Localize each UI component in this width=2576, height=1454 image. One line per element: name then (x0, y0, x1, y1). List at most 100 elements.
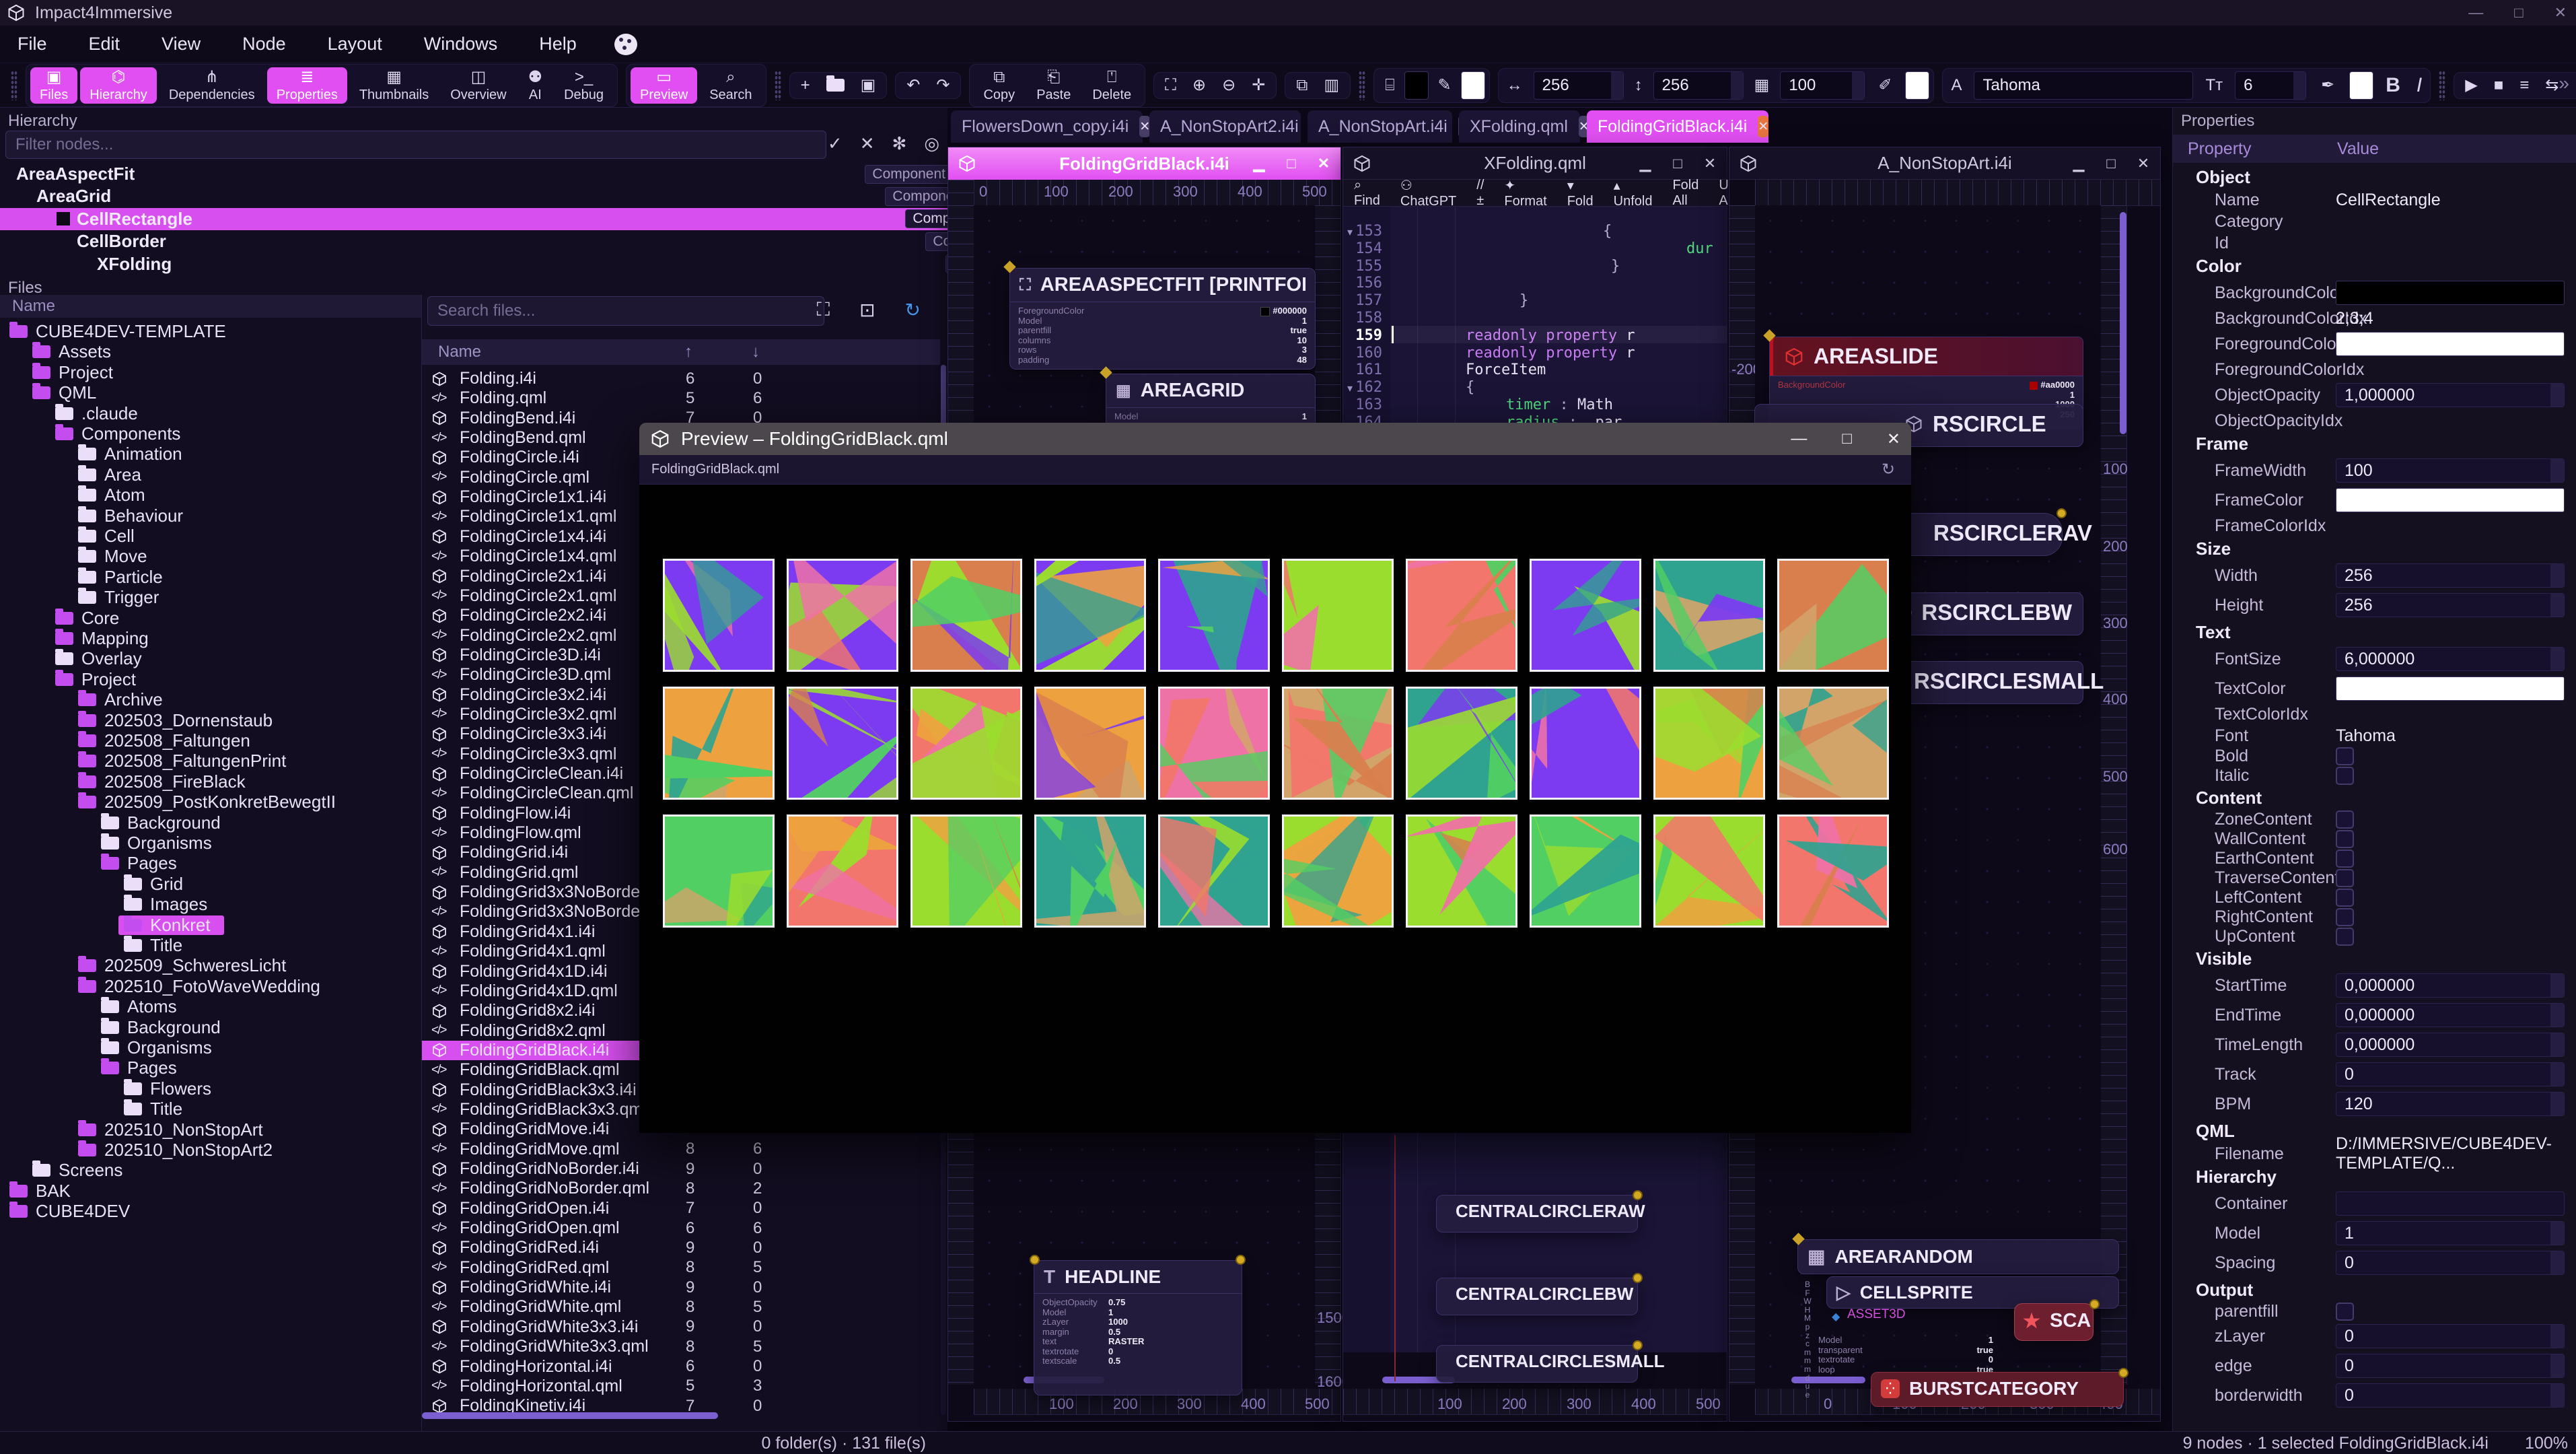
code-tool-chatgpt[interactable]: ⚇ ChatGPT (1400, 177, 1456, 209)
file-tree-item[interactable]: Background (0, 1018, 221, 1037)
file-row[interactable]: FoldingGridWhite3x3.i4i90 (422, 1317, 940, 1337)
Width-input[interactable]: 256 (2336, 563, 2565, 588)
code-tool-[interactable]: // ± (1476, 178, 1484, 209)
fit-view-button[interactable]: ⛶ (1158, 75, 1183, 96)
bold-button[interactable]: B (2382, 74, 2404, 97)
foreground-color-swatch[interactable] (1461, 71, 1485, 100)
file-tree-item[interactable]: Core (0, 609, 119, 628)
file-row[interactable]: </>FoldingGridNoBorder.qml82 (422, 1179, 940, 1198)
file-tree-item[interactable]: CUBE4DEV-TEMPLATE (0, 322, 226, 341)
code-tool-fold[interactable]: ▾ Fold (1567, 177, 1594, 209)
center-view-button[interactable]: ✛ (1245, 75, 1272, 96)
node-headline[interactable]: THEADLINE ObjectOpacity0.75Model1zLayer1… (1034, 1260, 1242, 1395)
code-tool-format[interactable]: ✦ Format (1504, 177, 1546, 209)
toolbar-ai-button[interactable]: ⚉AI (519, 67, 552, 104)
file-row[interactable]: FoldingGridNoBorder.i4i90 (422, 1159, 940, 1179)
palette-icon[interactable] (614, 34, 637, 55)
Italic-checkbox[interactable] (2336, 767, 2354, 785)
file-row[interactable]: FoldingGridRed.i4i90 (422, 1238, 940, 1257)
file-tree-item[interactable]: Particle (0, 567, 163, 587)
file-tree-item[interactable]: Screens (0, 1161, 122, 1180)
file-tree-item[interactable]: Atoms (0, 997, 177, 1016)
edge-input[interactable]: 0 (2336, 1354, 2565, 1378)
menu-node[interactable]: Node (238, 31, 290, 57)
play-button[interactable]: ▶ (2458, 75, 2484, 96)
file-row[interactable]: FoldingGridOpen.i4i70 (422, 1199, 940, 1218)
file-tree-item[interactable]: Konkret (118, 915, 224, 935)
preview-tab-label[interactable]: FoldingGridBlack.qml (651, 462, 779, 477)
pen-color-swatch[interactable] (1905, 71, 1929, 100)
WallContent-checkbox[interactable] (2336, 830, 2354, 848)
connector-dot[interactable] (1030, 1255, 1040, 1265)
node-centralcircleraw[interactable]: CENTRALCIRCLERAW (1436, 1195, 1638, 1233)
toolbar-debug-button[interactable]: >_Debug (554, 67, 613, 104)
file-tree-item[interactable]: Mapping (0, 629, 149, 648)
connector-dot[interactable] (1236, 1255, 1246, 1265)
code-tool-unfold[interactable]: ▴ Unfold (1614, 177, 1653, 209)
hierarchy-tool-0-icon[interactable]: ✓ (828, 133, 843, 154)
toolbar-hierarchy-button[interactable]: ⌬Hierarchy (80, 67, 157, 104)
expand-all-icon[interactable]: ⛶ (816, 299, 830, 321)
file-col-name[interactable]: Name (438, 343, 481, 361)
card-front-button[interactable]: ⧉ (1289, 75, 1314, 96)
win-maximize-button[interactable]: □ (2101, 155, 2121, 172)
file-tree-item[interactable]: Animation (0, 444, 182, 464)
menu-view[interactable]: View (157, 31, 205, 57)
toolbar-dependencies-button[interactable]: ⋔Dependencies (159, 67, 264, 104)
Spacing-input[interactable]: 0 (2336, 1251, 2565, 1275)
code-tool-foldall[interactable]: Fold All (1672, 178, 1698, 209)
Container-input[interactable] (2336, 1191, 2565, 1216)
ObjectOpacity-input[interactable]: 1,000000 (2336, 383, 2565, 407)
file-tree-item[interactable]: 202510_NonStopArt (0, 1120, 263, 1140)
file-row[interactable]: </>FoldingGridRed.qml85 (422, 1258, 940, 1278)
hierarchy-tool-3-icon[interactable]: ◎ (924, 133, 939, 154)
file-tree-item[interactable]: Pages (0, 1058, 177, 1078)
EarthContent-checkbox[interactable] (2336, 850, 2354, 868)
toolbar-files-button[interactable]: ▣Files (30, 67, 77, 104)
preview-maximize-button[interactable]: □ (1842, 429, 1852, 449)
code-tool-find[interactable]: ⌕ Find (1354, 178, 1380, 209)
preview-minimize-button[interactable]: — (1791, 429, 1807, 449)
toolbar-overview-button[interactable]: ◫Overview (441, 67, 515, 104)
italic-button[interactable]: I (2412, 74, 2426, 97)
file-tree-item[interactable]: 202508_Faltungen (0, 731, 250, 751)
file-tree-item[interactable]: Trigger (0, 588, 159, 607)
win-minimize-button[interactable]: ▁ (1249, 155, 1269, 172)
stop-button[interactable]: ■ (2487, 75, 2511, 96)
font-family-input[interactable]: Tahoma (1974, 71, 2193, 100)
file-row[interactable]: </>FoldingGridWhite.qml85 (422, 1297, 940, 1317)
file-row[interactable]: FoldingHorizontal.i4i60 (422, 1357, 940, 1377)
toolbar-overflow-chevron[interactable]: » (2559, 73, 2569, 94)
close-button[interactable]: ✕ (2554, 4, 2567, 22)
file-tree-item[interactable]: Organisms (0, 1038, 212, 1058)
file-tree-item[interactable]: .claude (0, 404, 138, 423)
width-input[interactable]: 256 (1534, 71, 1624, 100)
toolbar-copy-button[interactable]: ⧉Copy (974, 67, 1024, 104)
file-tree-item[interactable]: Grid (0, 874, 183, 894)
toolbar-delete-button[interactable]: ⍞Delete (1083, 67, 1141, 104)
connector-dot[interactable] (2089, 1299, 2100, 1309)
file-row[interactable]: Folding.i4i60 (422, 369, 940, 388)
file-tree-item[interactable]: 202508_FaltungenPrint (0, 751, 286, 771)
connector-diamond-blue[interactable]: ◆ (1832, 1310, 1840, 1323)
background-color-swatch[interactable] (1404, 71, 1429, 100)
font-size-input[interactable]: 6 (2235, 71, 2306, 100)
new-button[interactable]: + (794, 75, 817, 96)
TraverseContent-checkbox[interactable] (2336, 869, 2354, 887)
node-areaaspectfit[interactable]: ⛶AREAASPECTFIT [PRINTFORMAT] ForegroundC… (1009, 268, 1316, 370)
LeftContent-checkbox[interactable] (2336, 889, 2354, 907)
files-tree-name-header[interactable]: Name (0, 295, 421, 318)
file-col-sort-down[interactable]: ↓ (752, 343, 760, 361)
text-color-swatch[interactable] (2349, 71, 2373, 100)
file-list-hscrollbar[interactable] (422, 1412, 718, 1419)
menu-layout[interactable]: Layout (324, 31, 386, 57)
toolbar-paste-button[interactable]: ⎗Paste (1027, 67, 1080, 104)
file-tree-item[interactable]: Area (0, 465, 141, 485)
node-centralcirclebw[interactable]: CENTRALCIRCLEBW (1436, 1278, 1638, 1315)
borderwidth-input[interactable]: 0 (2336, 1383, 2565, 1408)
hierarchy-node[interactable]: CellBorderComponent (0, 230, 1024, 252)
menu-file[interactable]: File (13, 31, 51, 57)
close-tab-icon[interactable]: ✕ (1758, 116, 1768, 137)
file-tree-item[interactable]: Title (0, 1099, 182, 1119)
file-tree-item[interactable]: 202510_NonStopArt2 (0, 1140, 273, 1160)
